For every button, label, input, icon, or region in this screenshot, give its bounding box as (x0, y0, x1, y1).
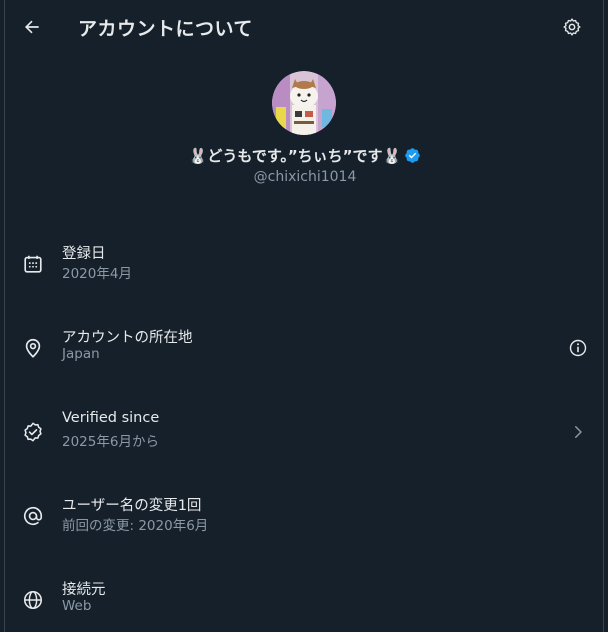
at-sign-icon (20, 503, 46, 529)
row-title: Verified since (62, 410, 160, 426)
verified-badge-icon (404, 147, 421, 164)
calendar-icon (20, 251, 46, 277)
profile-avatar[interactable] (272, 71, 336, 135)
display-name-text: 🐰どうもです。”ちぃち”です🐰 (188, 147, 402, 165)
globe-icon (20, 587, 46, 613)
location-pin-icon (20, 335, 46, 361)
page-title: アカウントについて (78, 18, 253, 40)
row-subtitle: 前回の変更: 2020年6月 (62, 518, 209, 534)
page-header: アカウントについて (5, 0, 603, 54)
row-subtitle: 2025年6月から (62, 434, 159, 450)
settings-button[interactable] (557, 12, 587, 42)
info-row-joined: 登録日 2020年4月 (5, 235, 605, 295)
row-title: 接続元 (62, 582, 106, 598)
chevron-right-icon[interactable] (565, 419, 591, 445)
info-row-verified[interactable]: Verified since 2025年6月から (5, 403, 605, 463)
row-title: 登録日 (62, 246, 106, 262)
back-button[interactable] (17, 12, 47, 42)
account-about-page: アカウントについて 🐰どうもです。”ちぃち”です🐰 @chixichi1014 … (4, 0, 604, 632)
row-title: ユーザー名の変更1回 (62, 498, 202, 514)
row-subtitle: Japan (62, 346, 100, 362)
row-subtitle: Web (62, 598, 92, 614)
info-icon[interactable] (565, 335, 591, 361)
row-subtitle: 2020年4月 (62, 266, 132, 282)
info-row-connected-via: 接続元 Web (5, 571, 605, 631)
info-row-username-changes: ユーザー名の変更1回 前回の変更: 2020年6月 (5, 487, 605, 547)
info-row-location: アカウントの所在地 Japan (5, 319, 605, 379)
row-title: アカウントの所在地 (62, 330, 193, 346)
profile-handle: @chixichi1014 (253, 169, 357, 185)
profile-display-name: 🐰どうもです。”ちぃち”です🐰 (5, 145, 605, 166)
verified-badge-icon (20, 419, 46, 445)
arrow-left-icon (24, 20, 39, 34)
gear-icon (563, 18, 581, 36)
